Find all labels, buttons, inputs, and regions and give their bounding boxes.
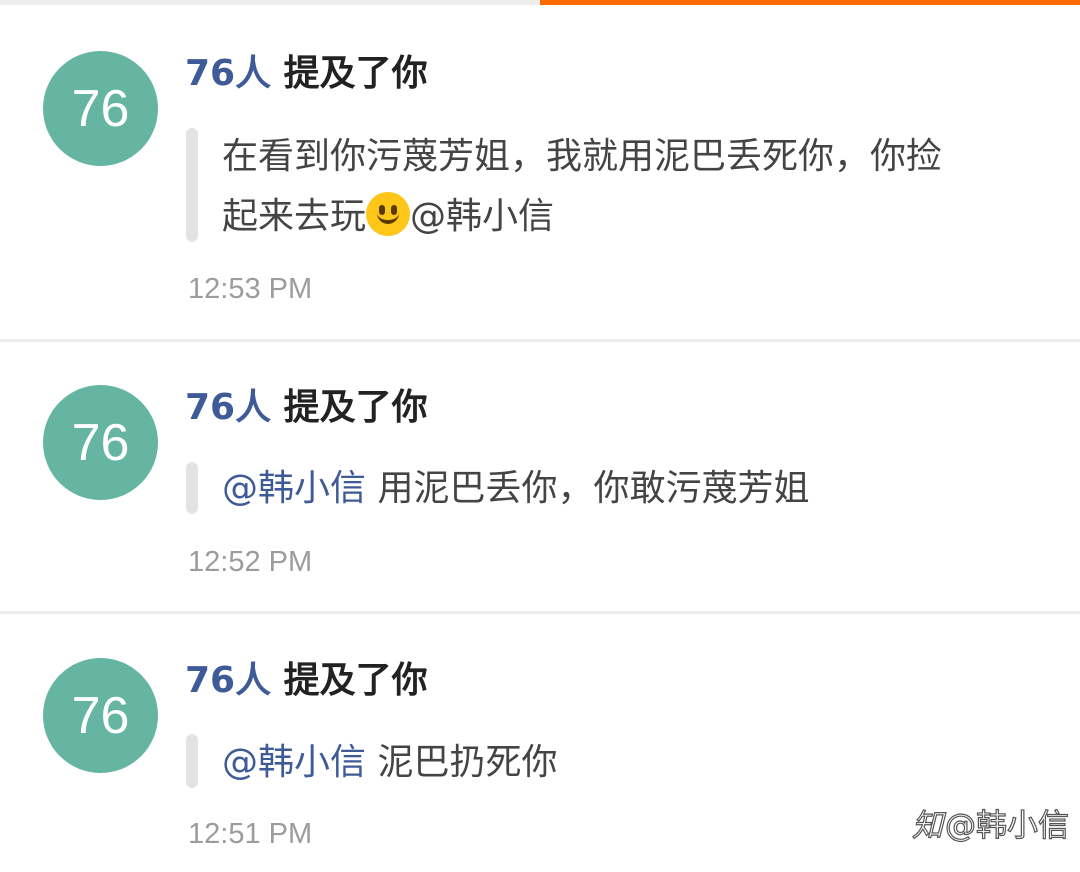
message-text: @韩小信 泥巴扔死你 [222, 733, 1042, 793]
message-line: 起来去玩 @韩小信 [222, 187, 1042, 247]
avatar[interactable]: 76 [43, 385, 158, 500]
quote-bar [186, 128, 198, 242]
quote-bar [186, 462, 198, 514]
mention-link[interactable]: @韩小信 [222, 468, 366, 509]
message-text: 在看到你污蔑芳姐，我就用泥巴丢死你，你捡 起来去玩 @韩小信 [222, 127, 1042, 247]
notification-item[interactable]: 76 76人 提及了你 在看到你污蔑芳姐，我就用泥巴丢死你，你捡 起来去玩 @韩小… [0, 0, 1080, 340]
action-text: 提及了你 [283, 660, 428, 701]
username-link[interactable]: 76人 [185, 53, 271, 94]
notification-title: 76人 提及了你 [185, 52, 428, 96]
action-text: 提及了你 [283, 387, 428, 428]
message-line-text: 起来去玩 [222, 196, 367, 237]
notification-title: 76人 提及了你 [185, 386, 428, 430]
message-body: 泥巴扔死你 [366, 742, 558, 783]
timestamp: 12:53 PM [188, 273, 313, 305]
avatar[interactable]: 76 [43, 51, 158, 166]
username-link[interactable]: 76人 [185, 387, 271, 428]
message-suffix: @韩小信 [410, 196, 555, 237]
timestamp: 12:52 PM [188, 546, 313, 578]
watermark-text: @韩小信 [944, 807, 1069, 844]
quote-bar [186, 734, 198, 788]
avatar[interactable]: 76 [43, 658, 158, 773]
watermark: 知@韩小信 [911, 800, 1069, 845]
action-text: 提及了你 [283, 53, 428, 94]
mention-link[interactable]: @韩小信 [222, 742, 366, 783]
username-link[interactable]: 76人 [185, 660, 271, 701]
notification-title: 76人 提及了你 [185, 659, 428, 703]
zhihu-logo-icon: 知 [911, 807, 943, 844]
message-body: 用泥巴丢你，你敢污蔑芳姐 [366, 468, 810, 509]
timestamp: 12:51 PM [188, 818, 313, 850]
smiley-face-icon [366, 192, 411, 236]
message-line: 在看到你污蔑芳姐，我就用泥巴丢死你，你捡 [222, 136, 943, 177]
notification-item[interactable]: 76 76人 提及了你 @韩小信 用泥巴丢你，你敢污蔑芳姐 12:52 PM [0, 342, 1080, 612]
message-text: @韩小信 用泥巴丢你，你敢污蔑芳姐 [222, 459, 1042, 519]
